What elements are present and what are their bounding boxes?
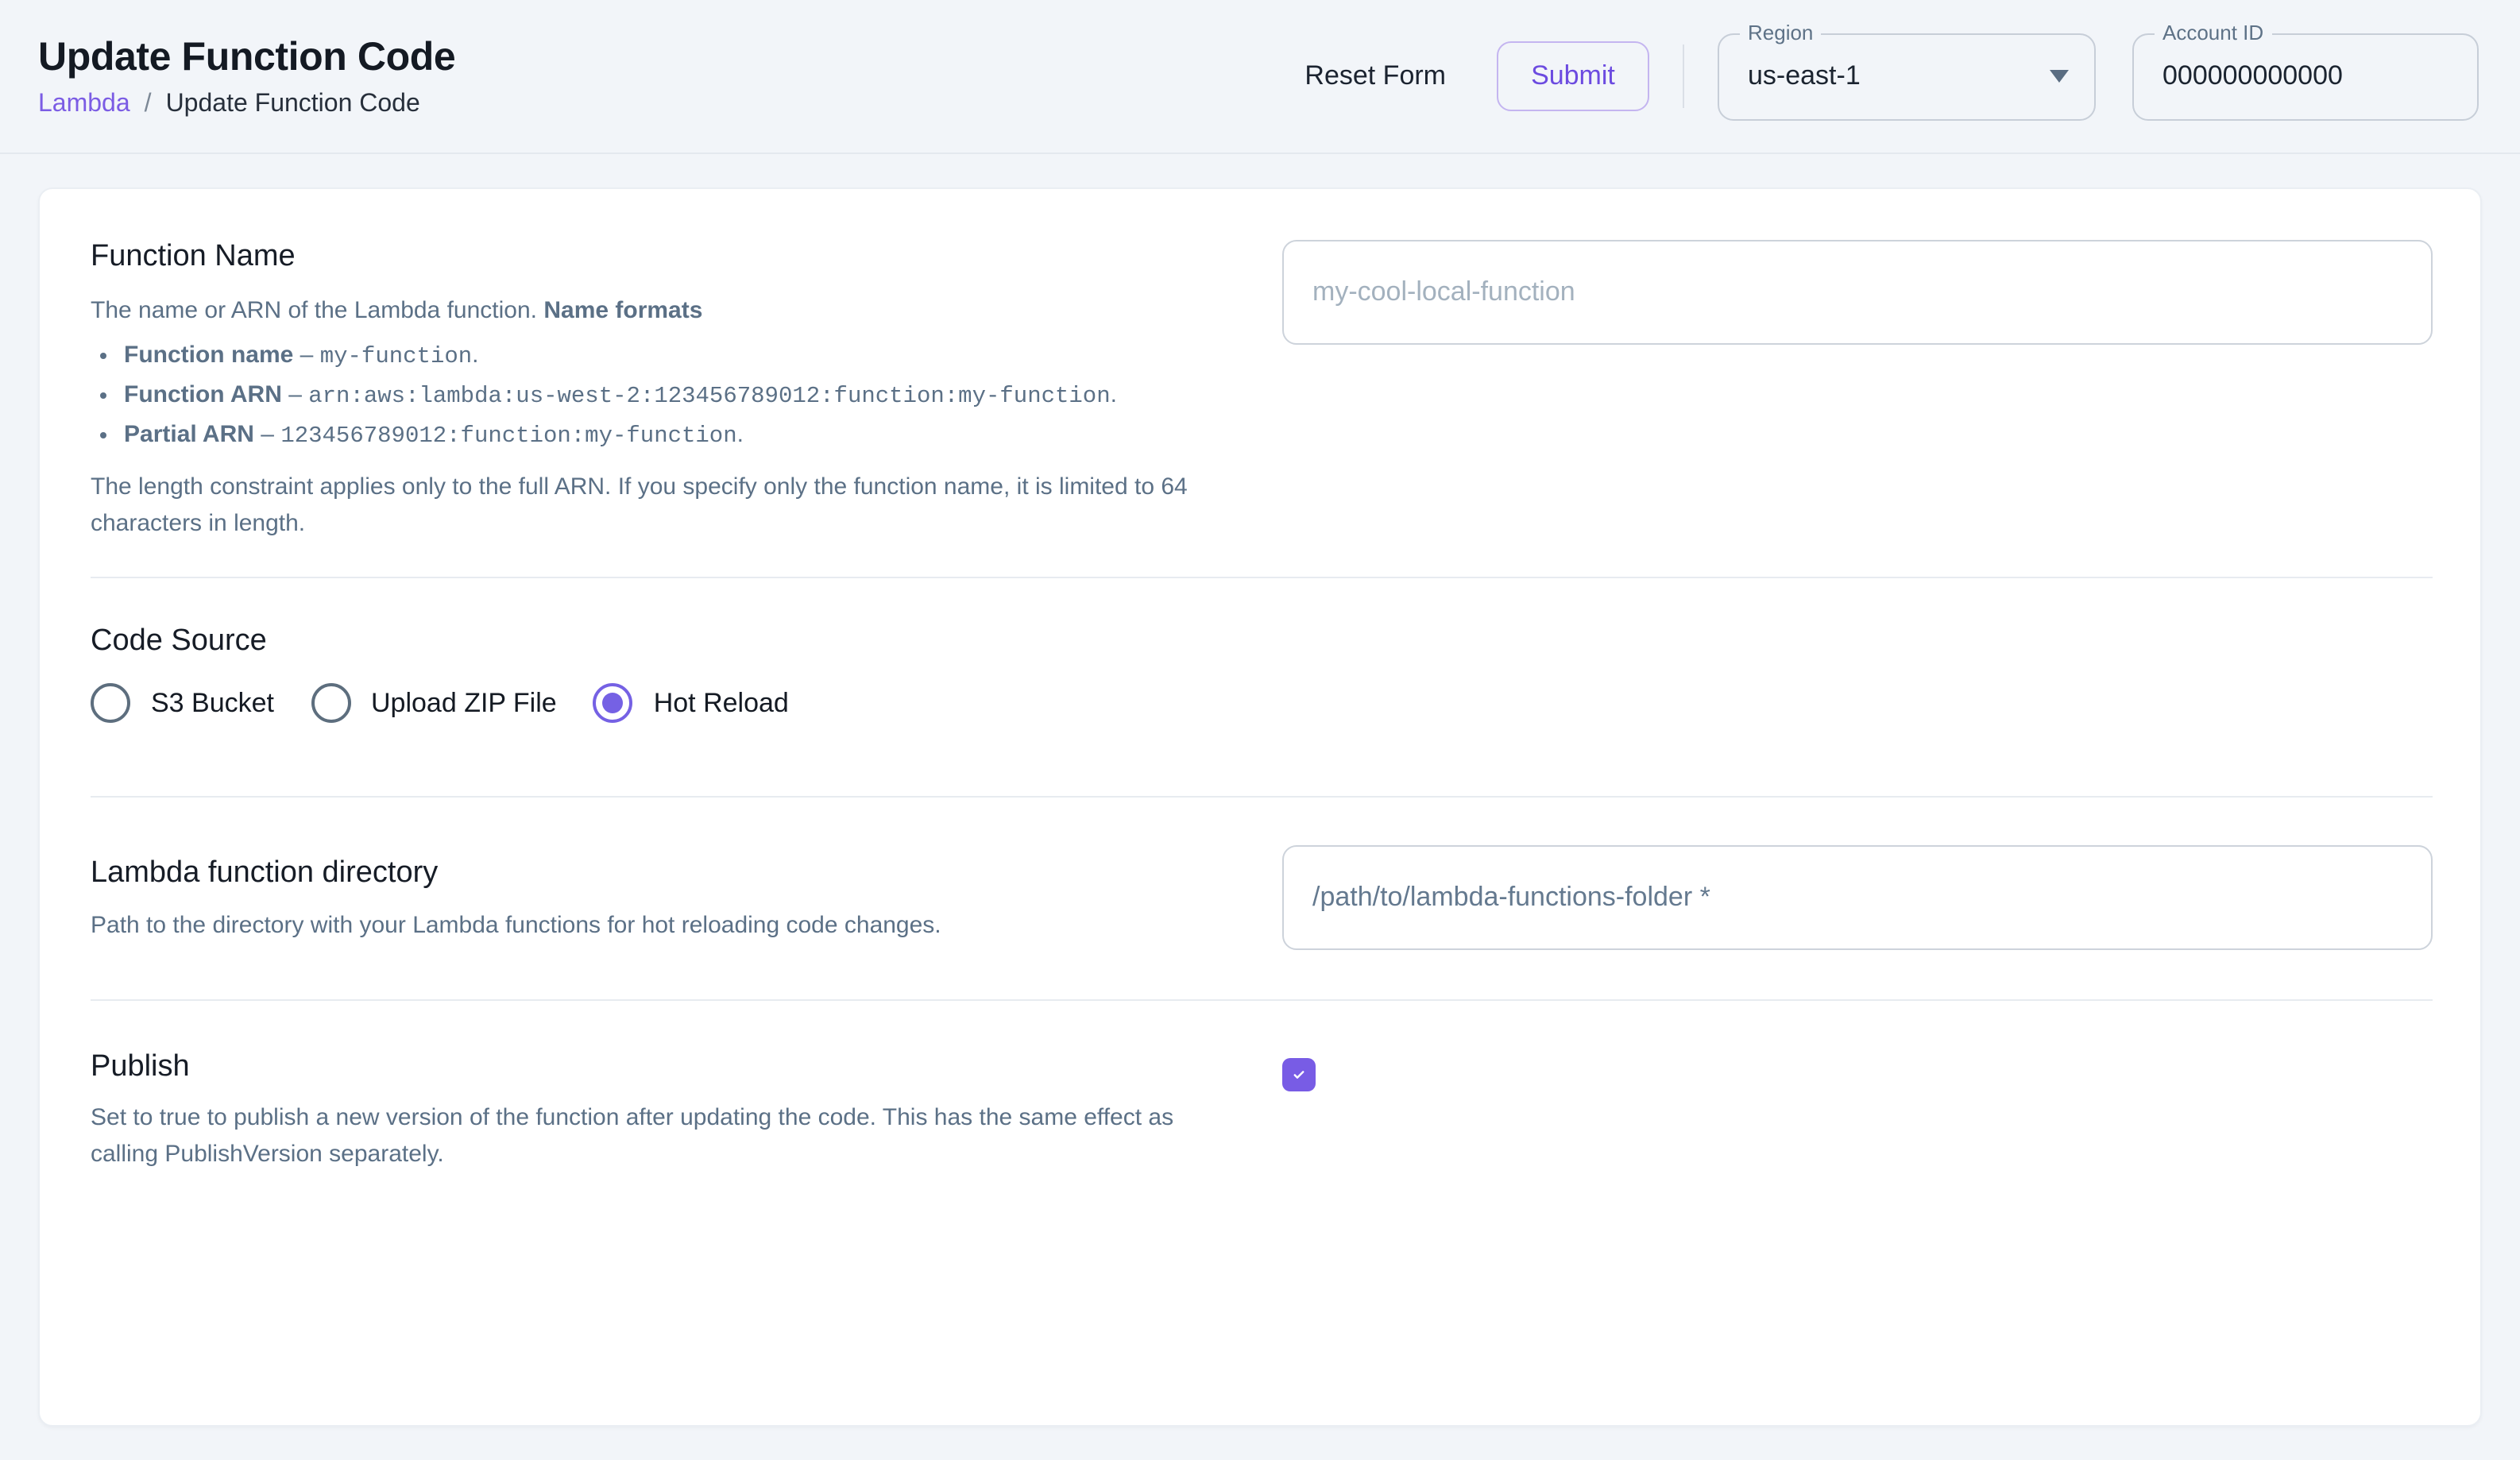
directory-input-block — [1282, 845, 2433, 950]
radio-hot-reload[interactable]: Hot Reload — [593, 683, 789, 723]
radio-circle-icon — [311, 683, 350, 723]
breadcrumb-lambda-link[interactable]: Lambda — [38, 90, 130, 118]
header-vertical-divider — [1683, 44, 1684, 108]
reset-form-button[interactable]: Reset Form — [1289, 48, 1462, 105]
section-publish: Publish Set to true to publish a new ver… — [91, 1001, 2433, 1172]
page-header: Update Function Code Lambda / Update Fun… — [0, 0, 2520, 154]
main-content: Function Name The name or ARN of the Lam… — [0, 154, 2520, 1460]
publish-checkbox-block — [1282, 1050, 2433, 1172]
publish-text-block: Publish Set to true to publish a new ver… — [91, 1050, 1211, 1172]
header-title-block: Update Function Code Lambda / Update Fun… — [38, 34, 455, 118]
form-card: Function Name The name or ARN of the Lam… — [38, 187, 2482, 1427]
function-name-heading: Function Name — [91, 240, 1211, 275]
section-function-name: Function Name The name or ARN of the Lam… — [91, 189, 2433, 542]
header-actions: Reset Form Submit Region us-east-1 Accou… — [1289, 33, 2479, 120]
list-item: Function name – my-function. — [124, 338, 1211, 374]
region-select[interactable]: Region us-east-1 — [1718, 33, 2096, 120]
radio-dot — [603, 693, 624, 713]
section-directory: Lambda function directory Path to the di… — [91, 798, 2433, 950]
radio-s3-bucket[interactable]: S3 Bucket — [91, 683, 274, 723]
radio-upload-zip-file[interactable]: Upload ZIP File — [311, 683, 557, 723]
function-name-desc-bold: Name formats — [543, 297, 702, 324]
publish-heading: Publish — [91, 1050, 1211, 1085]
code-source-heading: Code Source — [91, 624, 2433, 659]
page-title: Update Function Code — [38, 34, 455, 80]
section-code-source: Code Source S3 Bucket Upload ZIP File Ho… — [91, 578, 2433, 796]
checkmark-icon — [1292, 1063, 1306, 1087]
breadcrumb: Lambda / Update Function Code — [38, 90, 455, 118]
list-item: Partial ARN – 123456789012:function:my-f… — [124, 417, 1211, 454]
account-id-input[interactable] — [2134, 34, 2477, 118]
publish-checkbox[interactable] — [1282, 1058, 1316, 1091]
list-item: Function ARN – arn:aws:lambda:us-west-2:… — [124, 377, 1211, 414]
directory-description: Path to the directory with your Lambda f… — [91, 909, 1211, 944]
function-name-input[interactable] — [1282, 240, 2433, 345]
region-value: us-east-1 — [1748, 60, 1861, 92]
radio-label: S3 Bucket — [151, 687, 274, 719]
breadcrumb-separator: / — [145, 90, 152, 118]
app-root: Update Function Code Lambda / Update Fun… — [0, 0, 2520, 1184]
account-id-label: Account ID — [2155, 21, 2271, 42]
function-name-input-block — [1282, 240, 2433, 542]
name-format-list: Function name – my-function. Function AR… — [91, 338, 1211, 454]
chevron-down-icon — [2050, 70, 2069, 83]
radio-label: Hot Reload — [654, 687, 789, 719]
directory-heading: Lambda function directory — [91, 856, 1211, 891]
function-name-desc-prefix: The name or ARN of the Lambda function. — [91, 297, 543, 324]
code-source-radio-group: S3 Bucket Upload ZIP File Hot Reload — [91, 683, 2433, 723]
breadcrumb-current: Update Function Code — [166, 90, 420, 118]
directory-input[interactable] — [1282, 845, 2433, 950]
radio-selected-icon — [593, 683, 633, 723]
region-label: Region — [1740, 21, 1821, 42]
account-id-field: Account ID — [2132, 33, 2479, 120]
function-name-note: The length constraint applies only to th… — [91, 468, 1211, 542]
publish-description: Set to true to publish a new version of … — [91, 1101, 1187, 1172]
directory-text-block: Lambda function directory Path to the di… — [91, 845, 1211, 950]
function-name-description: The name or ARN of the Lambda function. … — [91, 294, 1211, 330]
function-name-text-block: Function Name The name or ARN of the Lam… — [91, 240, 1211, 542]
submit-button[interactable]: Submit — [1497, 41, 1649, 111]
radio-circle-icon — [91, 683, 130, 723]
radio-label: Upload ZIP File — [371, 687, 557, 719]
